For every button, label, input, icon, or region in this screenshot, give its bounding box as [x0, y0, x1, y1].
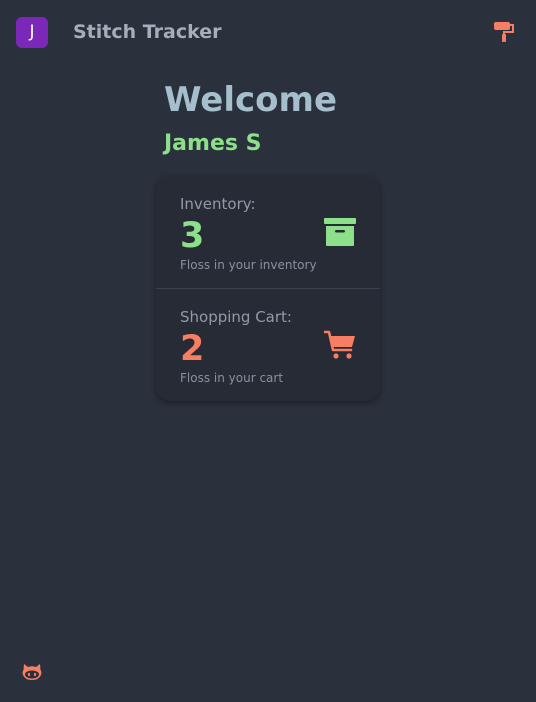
navbar: J Stitch Tracker	[0, 0, 536, 64]
stat-cart-figure	[322, 329, 356, 361]
github-icon	[22, 664, 42, 680]
stat-inventory-desc: Floss in your inventory	[180, 258, 317, 272]
stats-card: Inventory: 3 Floss in your inventory Sho…	[156, 176, 380, 401]
stat-cart-desc: Floss in your cart	[180, 371, 284, 385]
app-title[interactable]: Stitch Tracker	[73, 19, 221, 45]
stat-inventory-value: 3	[180, 216, 205, 256]
archive-box-icon	[324, 218, 356, 246]
user-avatar[interactable]: J	[16, 17, 48, 48]
paint-roller-icon	[494, 22, 514, 42]
shopping-cart-icon	[322, 330, 355, 359]
stat-inventory-title: Inventory:	[180, 195, 256, 213]
stat-cart-value: 2	[180, 329, 205, 369]
theme-toggle-button[interactable]	[492, 20, 516, 44]
user-name: James S	[164, 131, 262, 156]
stat-inventory[interactable]: Inventory: 3 Floss in your inventory	[156, 176, 380, 288]
stat-shopping-cart[interactable]: Shopping Cart: 2 Floss in your cart	[156, 289, 380, 401]
stat-inventory-figure	[324, 216, 356, 248]
page: J Stitch Tracker Welcome James S Invento…	[0, 0, 536, 702]
stat-cart-title: Shopping Cart:	[180, 308, 292, 326]
welcome-heading: Welcome	[164, 80, 338, 120]
github-link[interactable]	[21, 660, 43, 682]
